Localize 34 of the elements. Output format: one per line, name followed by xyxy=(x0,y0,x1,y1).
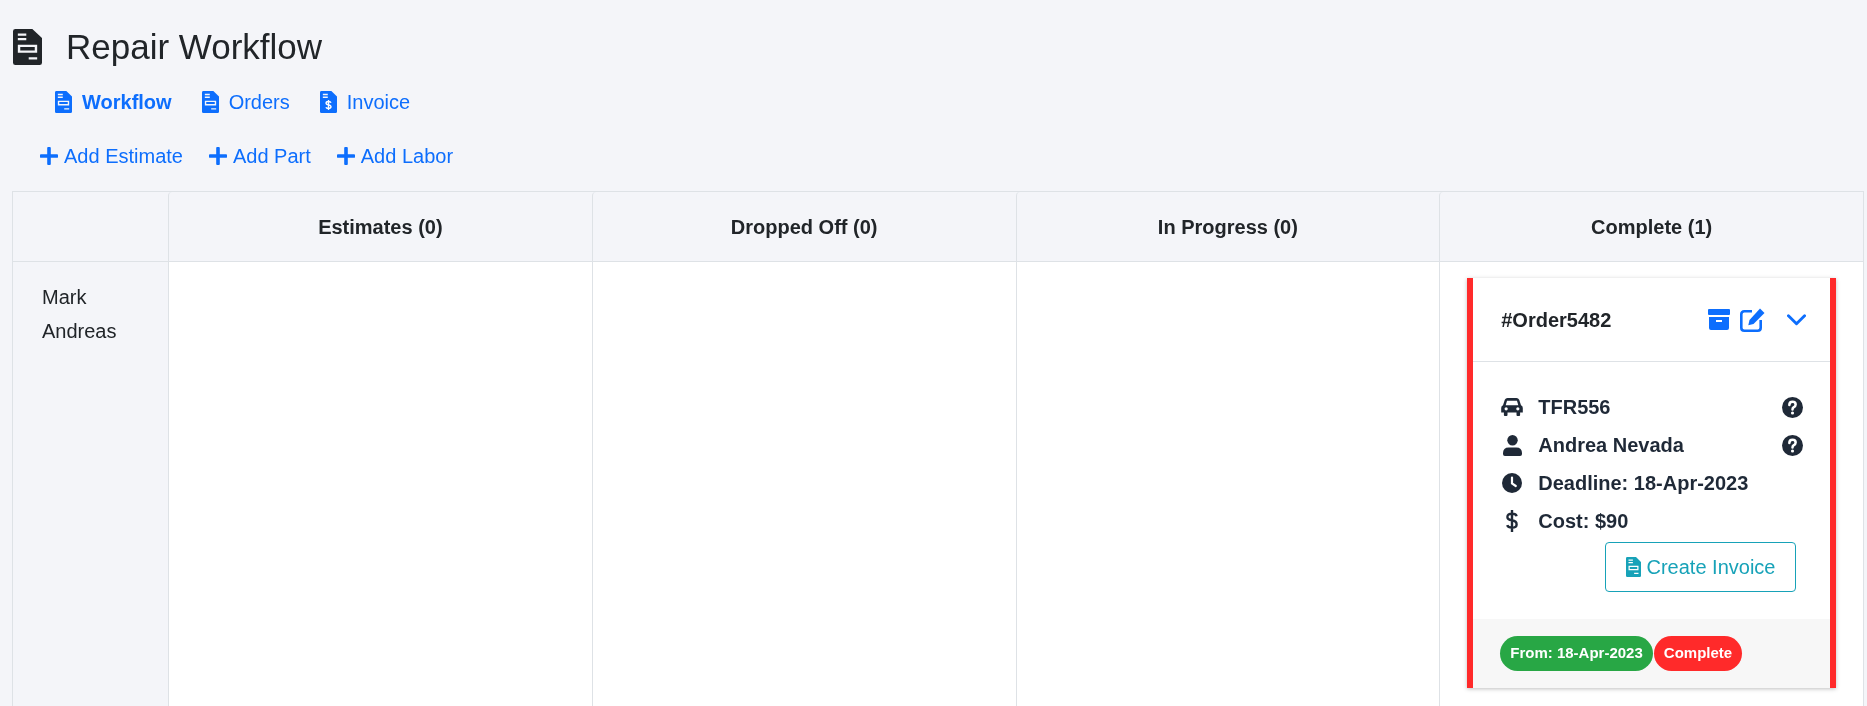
customer-name: Andrea Nevada xyxy=(1538,433,1684,458)
document-icon xyxy=(55,91,72,113)
document-icon xyxy=(13,29,42,65)
car-icon xyxy=(1501,398,1524,416)
nav-tab[interactable]: Invoice xyxy=(319,87,411,117)
document-icon xyxy=(1625,557,1641,577)
add-link[interactable]: Add Part xyxy=(208,141,311,171)
document-icon xyxy=(201,91,219,113)
column-header: Complete (1) xyxy=(1439,192,1863,262)
column-header: Estimates (0) xyxy=(168,192,592,262)
edit-icon[interactable] xyxy=(1740,307,1765,332)
person-icon xyxy=(1502,434,1522,456)
chevron-down-icon[interactable] xyxy=(1787,313,1806,326)
nav-tab[interactable]: Workflow xyxy=(55,87,172,117)
column-header: In Progress (0) xyxy=(1015,192,1440,262)
add-link[interactable]: Add Estimate xyxy=(40,141,183,171)
cost-text: Cost: $90 xyxy=(1538,509,1629,534)
card-tag: Complete xyxy=(1653,636,1743,671)
order-number: #Order5482 xyxy=(1501,307,1612,333)
deadline-text: Deadline: 18-Apr-2023 xyxy=(1538,471,1749,496)
plus-icon xyxy=(208,147,227,165)
dollar-document-icon xyxy=(319,91,337,113)
plus-icon xyxy=(336,147,355,165)
plate-number: TFR556 xyxy=(1538,395,1611,420)
nav-tab[interactable]: Orders xyxy=(201,87,290,117)
column-header: Dropped Off (0) xyxy=(591,192,1016,262)
dollar-icon xyxy=(1506,510,1519,532)
add-link[interactable]: Add Labor xyxy=(336,141,454,171)
clock-icon xyxy=(1502,473,1523,493)
plus-icon xyxy=(40,147,58,165)
create-invoice-button[interactable]: Create Invoice xyxy=(1605,542,1796,592)
archive-icon[interactable] xyxy=(1708,309,1730,330)
page-title: Repair Workflow xyxy=(66,26,323,68)
card-tag: From: 18-Apr-2023 xyxy=(1500,636,1653,671)
